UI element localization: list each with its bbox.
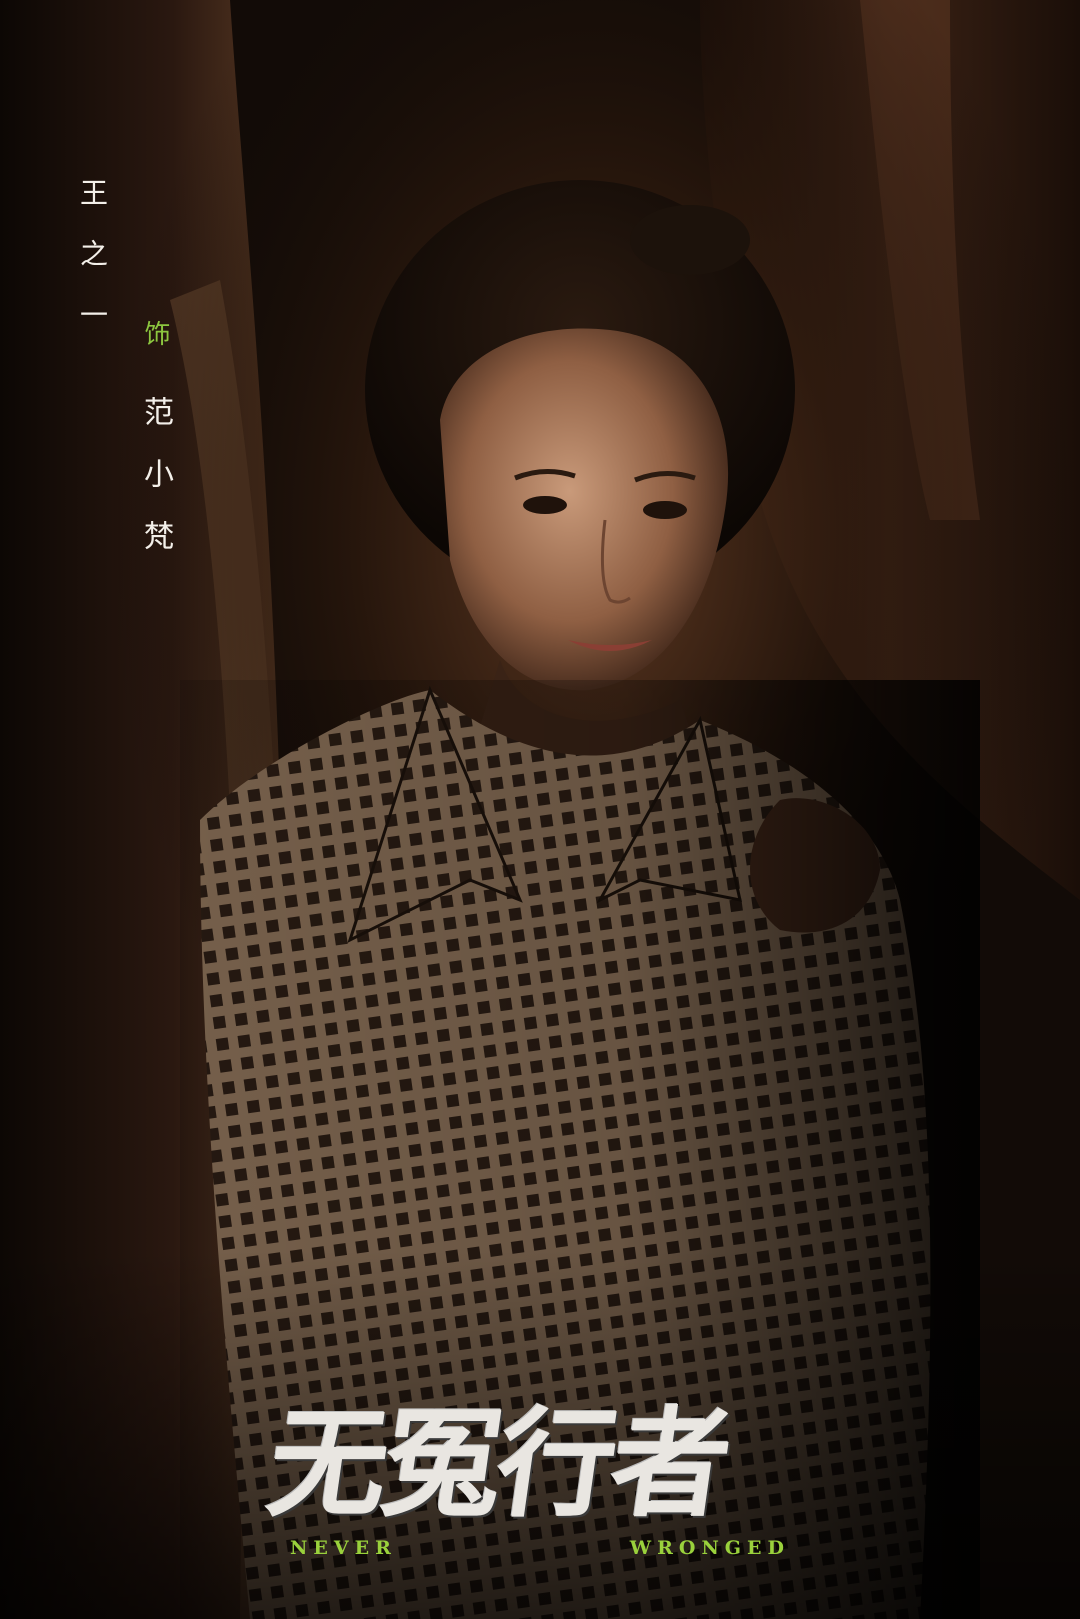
poster: 王之一 饰 范小梵 无冤行者 NEVER WRONGED: [0, 0, 1080, 1619]
title-english: NEVER WRONGED: [290, 1537, 790, 1559]
portrait-photo: [0, 0, 1080, 1619]
title-logo: 无冤行者 NEVER WRONGED: [260, 1395, 810, 1585]
role-marker: 饰: [140, 320, 170, 376]
character-name: 王之一: [76, 178, 109, 361]
title-chinese: 无冤行者: [260, 1395, 736, 1533]
actor-name: 范小梵: [138, 396, 173, 582]
